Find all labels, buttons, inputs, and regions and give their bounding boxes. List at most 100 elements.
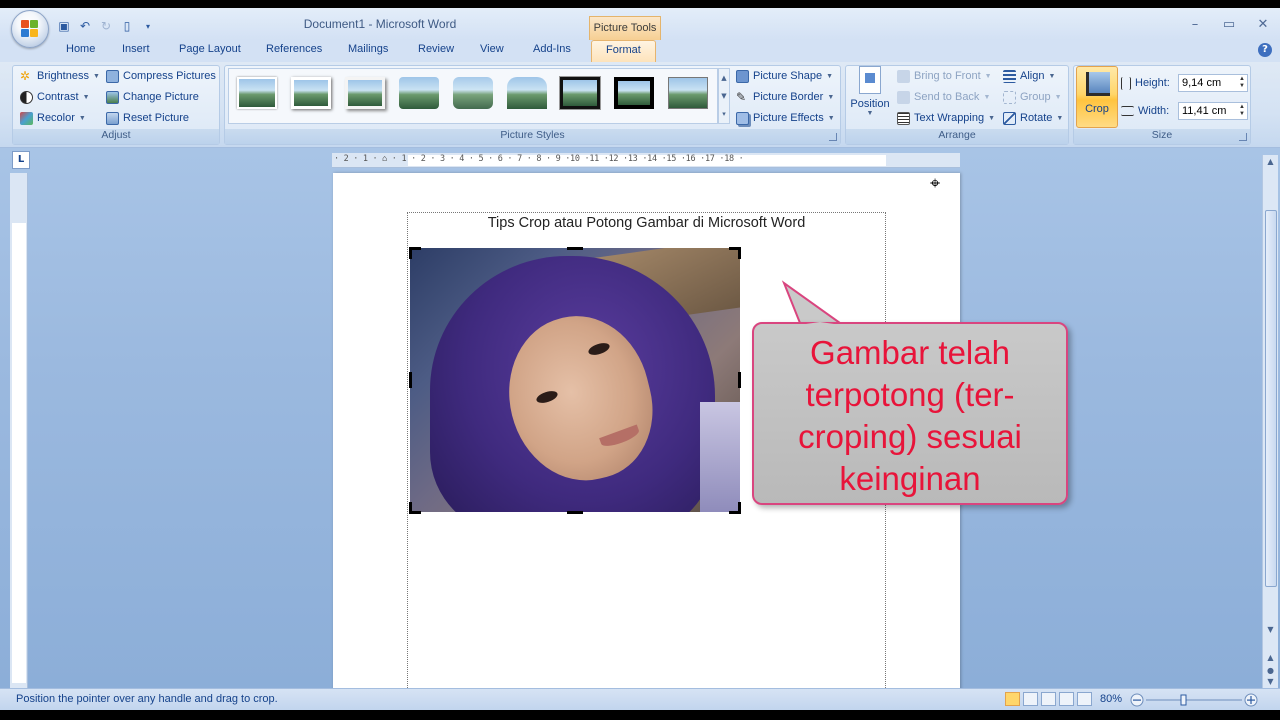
style-thumbnail[interactable] [291,77,331,109]
minimize-button[interactable]: – [1178,16,1212,36]
print-layout-view-icon[interactable] [1005,692,1020,706]
picture-effects-button[interactable]: Picture Effects ▼ [736,109,835,127]
picture-shape-button[interactable]: Picture Shape ▼ [736,67,833,85]
cropped-photo[interactable] [410,248,740,512]
contrast-button[interactable]: Contrast ▼ [20,88,90,106]
office-logo-icon [21,20,39,38]
crop-handle-top-left[interactable] [409,247,421,259]
dropdown-arrow-icon: ▼ [78,114,86,122]
tab-page-layout[interactable]: Page Layout [179,43,241,55]
tab-references[interactable]: References [266,43,322,55]
crop-button[interactable]: Crop [1076,66,1118,128]
vertical-scrollbar[interactable]: ▲ ▼ ▲ ● ▼ [1262,155,1278,688]
tab-review[interactable]: Review [418,43,454,55]
spin-arrows-icon[interactable]: ▲ ▼ [1239,104,1245,118]
zoom-slider[interactable] [1130,693,1258,707]
size-group-label: Size [1074,129,1250,144]
tab-insert[interactable]: Insert [122,43,150,55]
dropdown-arrow-icon: ▼ [984,72,992,80]
send-to-back-icon [897,90,910,104]
draft-view-icon[interactable] [1077,692,1092,706]
outline-view-icon[interactable] [1059,692,1074,706]
crop-handle-left[interactable] [409,372,412,388]
spin-arrows-icon[interactable]: ▲ ▼ [1239,76,1245,90]
style-thumbnail[interactable] [614,77,654,109]
tab-mailings[interactable]: Mailings [348,43,388,55]
previous-page-icon[interactable]: ▲ [1263,653,1278,662]
crop-handle-bottom-left[interactable] [409,502,421,514]
gallery-scroll[interactable]: ▲ ▼ ▾ [718,68,730,124]
style-thumbnail[interactable] [345,77,385,109]
picture-styles-launcher-icon[interactable] [829,133,837,141]
maximize-button[interactable]: ▭ [1212,16,1246,36]
vertical-ruler[interactable] [10,173,28,688]
reset-picture-label: Reset Picture [123,112,190,124]
scroll-up-icon[interactable]: ▲ [1263,157,1278,166]
send-to-back-button[interactable]: Send to Back ▼ [897,88,990,106]
photo-clothing [700,402,740,512]
change-picture-button[interactable]: Change Picture [106,88,199,106]
text-wrapping-button[interactable]: Text Wrapping ▼ [897,109,995,127]
ribbon-tabs: Home Insert Page Layout References Maili… [0,40,1280,62]
office-button[interactable] [11,10,49,48]
contrast-icon [20,90,33,104]
style-thumbnail[interactable] [399,77,439,109]
dropdown-arrow-icon: ▼ [92,72,100,80]
style-thumbnail[interactable] [453,77,493,109]
contrast-label: Contrast [37,91,79,103]
group-button[interactable]: Group ▼ [1003,88,1062,106]
horizontal-ruler[interactable]: · 2 · 1 · ⌂ · 1 · 2 · 3 · 4 · 5 · 6 · 7 … [332,153,960,168]
crop-handle-bottom[interactable] [567,511,583,514]
zoom-level[interactable]: 80% [1100,693,1122,705]
recolor-button[interactable]: Recolor ▼ [20,109,86,127]
dropdown-arrow-icon: ▼ [82,93,90,101]
browse-object-icon[interactable]: ● [1263,666,1278,675]
compress-label: Compress Pictures [123,70,216,82]
close-button[interactable]: ✕ [1246,16,1280,36]
crop-handle-top[interactable] [567,247,583,250]
style-thumbnail[interactable] [237,77,277,109]
position-button[interactable]: Position ▼ [849,66,891,117]
width-icon [1121,106,1134,116]
text-wrapping-label: Text Wrapping [914,112,985,124]
width-label-row: Width: [1121,102,1169,120]
web-layout-view-icon[interactable] [1041,692,1056,706]
crop-handle-right[interactable] [738,372,741,388]
height-input[interactable]: 9,14 cm ▲ ▼ [1178,74,1248,92]
callout-line: croping) sesuai [798,418,1022,455]
next-page-icon[interactable]: ▼ [1263,677,1278,686]
help-icon[interactable]: ? [1258,43,1272,57]
window-controls: – ▭ ✕ [1178,16,1280,36]
width-input[interactable]: 11,41 cm ▲ ▼ [1178,102,1248,120]
style-thumbnail[interactable] [559,76,601,110]
compress-pictures-button[interactable]: Compress Pictures [106,67,216,85]
bring-to-front-button[interactable]: Bring to Front ▼ [897,67,992,85]
scroll-down-icon[interactable]: ▼ [1263,625,1278,634]
style-thumbnail[interactable] [668,77,708,109]
tab-format[interactable]: Format [591,40,656,62]
crop-handle-bottom-right[interactable] [729,502,741,514]
crop-handle-top-right[interactable] [729,247,741,259]
status-bar: Position the pointer over any handle and… [0,688,1280,710]
tab-home[interactable]: Home [66,43,95,55]
align-icon [1003,69,1016,83]
status-message: Position the pointer over any handle and… [16,693,278,705]
picture-border-button[interactable]: ✎ Picture Border ▼ [736,88,834,106]
full-screen-reading-view-icon[interactable] [1023,692,1038,706]
change-picture-icon [106,90,119,104]
scroll-thumb[interactable] [1265,210,1277,587]
pencil-icon: ✎ [736,89,747,104]
reset-picture-button[interactable]: Reset Picture [106,109,189,127]
style-thumbnail[interactable] [507,77,547,109]
align-button[interactable]: Align ▼ [1003,67,1055,85]
size-launcher-icon[interactable] [1239,133,1247,141]
brightness-button[interactable]: ✲ Brightness ▼ [20,67,100,85]
rotate-button[interactable]: Rotate ▼ [1003,109,1063,127]
tab-selector[interactable]: L [12,151,30,169]
tab-add-ins[interactable]: Add-Ins [533,43,571,55]
dropdown-arrow-icon: ▼ [1056,114,1064,122]
tab-view[interactable]: View [480,43,504,55]
ruler-numbers: · 2 · 1 · ⌂ · 1 · 2 · 3 · 4 · 5 · 6 · 7 … [334,154,744,164]
change-picture-label: Change Picture [123,91,199,103]
picture-tools-context-tab: Picture Tools [589,16,661,40]
